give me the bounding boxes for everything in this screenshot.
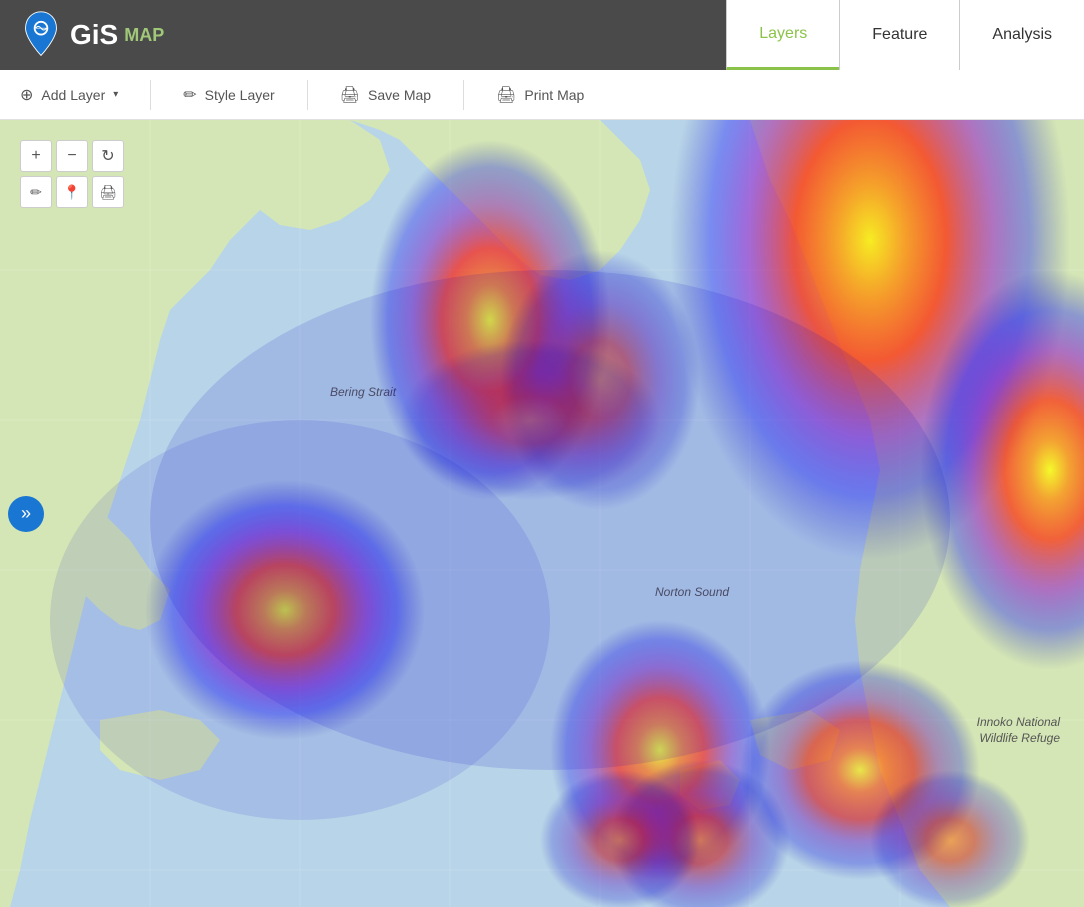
map-controls: + − ↻ ✏ 📍 🖨 (20, 140, 124, 208)
zoom-controls: + − ↻ (20, 140, 124, 172)
logo-gis-text: GiS (70, 19, 118, 51)
save-map-button[interactable]: 🖨 Save Map (340, 85, 431, 105)
nav-tabs: Layers Feature Analysis (726, 0, 1084, 70)
toolbar-separator-3 (463, 80, 464, 110)
map-container[interactable]: + − ↻ ✏ 📍 🖨 » Bering Strait Norton Sound… (0, 120, 1084, 907)
print-control-button[interactable]: 🖨 (92, 176, 124, 208)
chevron-right-icon: » (21, 503, 31, 524)
save-map-label: Save Map (368, 87, 431, 103)
print-map-label: Print Map (524, 87, 584, 103)
zoom-in-button[interactable]: + (20, 140, 52, 172)
toolbar: ⊕ Add Layer ▾ ✏ Style Layer 🖨 Save Map 🖨… (0, 70, 1084, 120)
dropdown-arrow-icon: ▾ (113, 89, 118, 100)
print-icon: 🖨 (496, 85, 516, 105)
logo-map-text: MAP (124, 25, 164, 46)
style-icon: ✏ (183, 85, 196, 105)
location-button[interactable]: 📍 (56, 176, 88, 208)
tab-analysis[interactable]: Analysis (959, 0, 1084, 70)
tool-controls: ✏ 📍 🖨 (20, 176, 124, 208)
toolbar-separator-2 (307, 80, 308, 110)
print-map-button[interactable]: 🖨 Print Map (496, 85, 584, 105)
map-base (0, 120, 1084, 907)
style-layer-label: Style Layer (205, 87, 275, 103)
style-layer-button[interactable]: ✏ Style Layer (183, 85, 274, 105)
add-layer-label: Add Layer (41, 87, 105, 103)
tab-layers[interactable]: Layers (726, 0, 839, 70)
draw-button[interactable]: ✏ (20, 176, 52, 208)
plus-circle-icon: ⊕ (20, 85, 33, 105)
expand-sidebar-button[interactable]: » (8, 496, 44, 532)
logo: GiS MAP (16, 10, 164, 60)
refresh-button[interactable]: ↻ (92, 140, 124, 172)
toolbar-separator-1 (150, 80, 151, 110)
save-icon: 🖨 (340, 85, 360, 105)
header: GiS MAP Layers Feature Analysis (0, 0, 1084, 70)
add-layer-button[interactable]: ⊕ Add Layer ▾ (20, 85, 118, 105)
logo-icon (16, 10, 66, 60)
tab-feature[interactable]: Feature (839, 0, 959, 70)
zoom-out-button[interactable]: − (56, 140, 88, 172)
